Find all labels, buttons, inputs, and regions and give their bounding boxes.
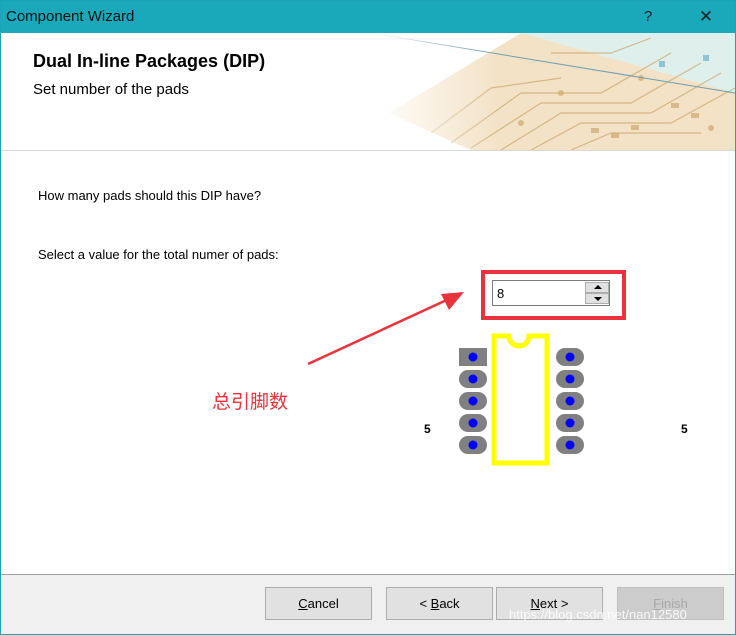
- page-title: Dual In-line Packages (DIP): [33, 51, 266, 71]
- wizard-header: Dual In-line Packages (DIP) Set number o…: [1, 33, 735, 150]
- pad-count-input[interactable]: [493, 281, 585, 305]
- back-label: ack: [439, 596, 460, 611]
- title-bar[interactable]: Component Wizard ? ✕: [1, 1, 735, 33]
- dip-preview: [459, 333, 584, 466]
- arrow-down-icon: [594, 297, 602, 301]
- dip-side-label-right: 5: [681, 422, 688, 436]
- help-button[interactable]: ?: [625, 1, 671, 33]
- annotation-label: 总引脚数: [212, 391, 289, 413]
- cancel-label: ancel: [307, 596, 339, 611]
- header-divider: [1, 150, 735, 151]
- watermark-text: https://blog.csdn.net/nan12580: [509, 607, 687, 622]
- dip-side-label-left: 5: [424, 422, 431, 436]
- question-text: How many pads should this DIP have?: [38, 188, 262, 203]
- pcb-banner-image: [371, 33, 735, 150]
- close-button[interactable]: ✕: [683, 1, 729, 33]
- arrow-up-icon: [594, 285, 602, 289]
- cancel-mnemonic: C: [298, 596, 308, 611]
- stepper-down-button[interactable]: [585, 293, 609, 304]
- cancel-button[interactable]: Cancel: [265, 587, 372, 620]
- back-prefix: <: [419, 596, 431, 611]
- component-wizard-window: Component Wizard ? ✕ Dual In-line Packag…: [0, 0, 736, 635]
- stepper-up-button[interactable]: [585, 282, 609, 293]
- window-title: Component Wizard: [6, 8, 135, 25]
- pad-count-prompt: Select a value for the total numer of pa…: [38, 247, 279, 262]
- pad-count-stepper[interactable]: [492, 280, 610, 306]
- page-subtitle: Set number of the pads: [33, 81, 189, 98]
- back-button[interactable]: < Back: [386, 587, 493, 620]
- annotation-arrow: [307, 292, 464, 366]
